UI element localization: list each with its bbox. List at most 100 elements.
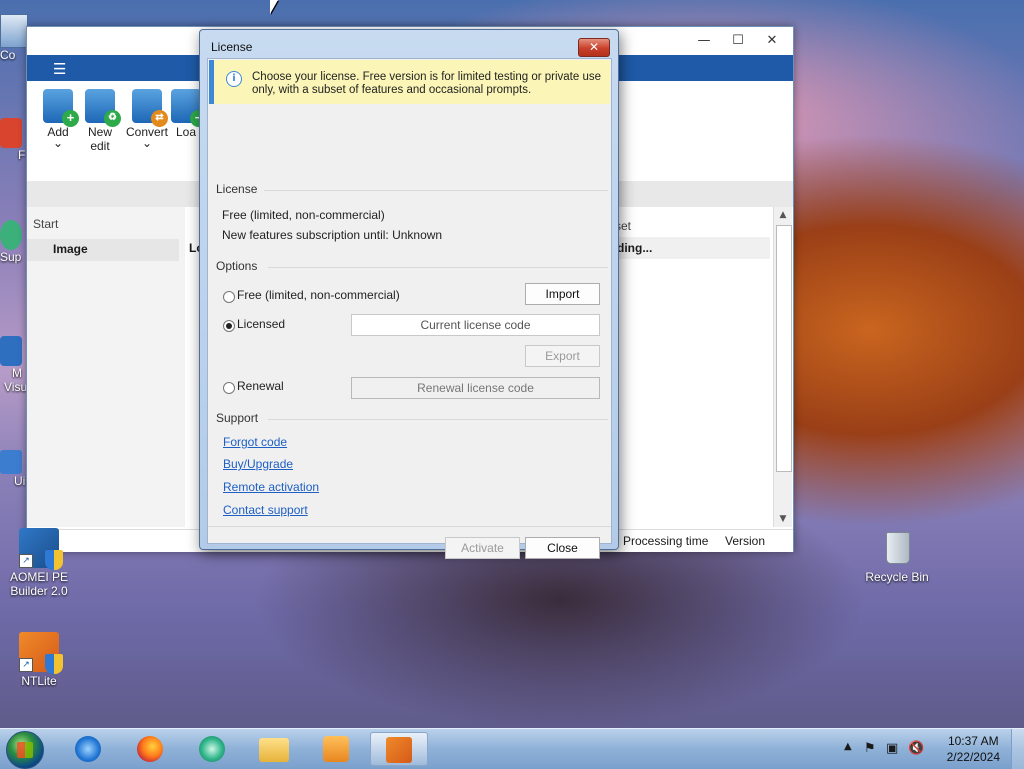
computer-icon — [0, 14, 28, 48]
desktop-icon-partial[interactable]: M Visu — [0, 336, 28, 394]
ntlite-icon — [386, 737, 412, 763]
vertical-scrollbar[interactable]: ▲ ▼ — [773, 207, 792, 527]
convert-icon: ⇄ — [132, 89, 168, 127]
desktop-icon-label: Recycle Bin — [865, 570, 929, 584]
mouse-cursor-icon — [270, 0, 278, 14]
new-edit-button[interactable]: ♻ New edit — [79, 89, 121, 153]
current-license-code-field[interactable]: Current license code — [351, 314, 600, 336]
radio-licensed[interactable] — [223, 320, 235, 332]
export-button[interactable]: Export — [525, 345, 600, 367]
close-icon: ✕ — [588, 40, 600, 54]
info-icon: i — [226, 71, 242, 87]
version-label: Version — [725, 534, 766, 548]
desktop-icon-label: Sup — [0, 250, 22, 264]
load-button[interactable]: − Loa — [171, 89, 201, 139]
minimize-button[interactable]: — — [689, 31, 719, 51]
app-icon — [0, 336, 22, 366]
flag-icon[interactable]: ⚑ — [864, 741, 876, 756]
desktop-icon-label: Visu — [4, 380, 28, 394]
add-button[interactable]: + Add ⌄ — [37, 89, 79, 150]
desktop-icon-label: AOMEI PE Builder 2.0 — [9, 570, 68, 598]
processing-time-label: Processing time — [623, 534, 709, 548]
taskbar-ntlite[interactable] — [370, 732, 428, 766]
maximize-button[interactable]: ☐ — [723, 31, 753, 51]
new-edit-label: New edit — [87, 125, 112, 153]
clock-date: 2/22/2024 — [946, 750, 1000, 764]
taskbar-firefox[interactable] — [124, 732, 176, 766]
network-icon[interactable]: ▣ — [886, 741, 898, 756]
ntlite-icon: ↗ — [19, 632, 63, 674]
radio-renewal[interactable] — [223, 382, 235, 394]
option-free-label[interactable]: Free (limited, non-commercial) — [237, 288, 400, 302]
start-button[interactable] — [6, 731, 44, 769]
folder-icon — [259, 738, 289, 762]
desktop-icon-ntlite[interactable]: ↗ NTLite — [4, 632, 74, 688]
taskbar-media-player[interactable] — [310, 732, 362, 766]
app-icon — [0, 220, 22, 250]
image-label: Image — [53, 242, 88, 256]
app-icon — [0, 450, 22, 474]
desktop-icon-label: NTLite — [21, 674, 57, 688]
taskbar-file-explorer[interactable] — [248, 732, 300, 766]
load-label: Loa — [175, 125, 197, 139]
options-section-heading: Options — [216, 259, 258, 273]
chevron-down-icon: ⌄ — [141, 136, 153, 150]
option-renewal-label[interactable]: Renewal — [237, 379, 284, 393]
desktop-icon-partial[interactable]: Ui — [0, 450, 28, 488]
convert-button[interactable]: ⇄ Convert ⌄ — [123, 89, 171, 150]
clock-time: 10:37 AM — [947, 734, 999, 748]
scroll-up-icon[interactable]: ▲ — [774, 207, 792, 223]
windows-logo-icon — [17, 742, 33, 758]
contact-support-link[interactable]: Contact support — [223, 503, 308, 517]
hamburger-menu-icon[interactable]: ☰ — [53, 60, 66, 78]
taskbar: ▲ ⚑ ▣ 🔇 10:37 AM 2/22/2024 — [0, 728, 1024, 769]
desktop-icon-partial[interactable]: Sup — [0, 220, 28, 264]
loading-status: ding... — [617, 241, 653, 255]
close-button[interactable]: Close — [525, 537, 600, 559]
remote-activation-link[interactable]: Remote activation — [223, 480, 319, 494]
new-edit-icon: ♻ — [85, 89, 121, 127]
desktop-icon-partial[interactable]: F — [0, 118, 28, 162]
aomei-icon: ↗ — [19, 528, 63, 570]
import-button[interactable]: Import — [525, 283, 600, 305]
desktop-icon-recycle-bin[interactable]: Recycle Bin — [862, 528, 932, 584]
media-player-icon — [323, 736, 349, 762]
license-section-heading: License — [216, 182, 258, 196]
chevron-down-icon: ⌄ — [52, 136, 64, 150]
desktop-icon-label: Ui — [14, 474, 26, 488]
forgot-code-link[interactable]: Forgot code — [223, 435, 287, 449]
dialog-close-x-button[interactable]: ✕ — [578, 38, 610, 57]
show-desktop-button[interactable] — [1011, 729, 1024, 769]
app-icon — [0, 118, 22, 148]
radio-free[interactable] — [223, 291, 235, 303]
taskbar-messenger[interactable] — [186, 732, 238, 766]
shield-icon — [45, 654, 63, 674]
volume-muted-icon[interactable]: 🔇 — [908, 741, 924, 756]
footer-divider — [208, 526, 611, 527]
dialog-title: License — [211, 40, 253, 54]
scroll-down-icon[interactable]: ▼ — [774, 511, 792, 527]
activate-button[interactable]: Activate — [445, 537, 520, 559]
shortcut-arrow-icon: ↗ — [19, 554, 33, 568]
close-window-button[interactable]: ✕ — [757, 31, 787, 51]
license-type-value: Free (limited, non-commercial) — [222, 208, 385, 222]
system-tray: ▲ ⚑ ▣ 🔇 10:37 AM 2/22/2024 — [834, 729, 1024, 769]
image-list-item[interactable]: Image — [27, 239, 179, 261]
divider — [268, 419, 608, 420]
option-licensed-label[interactable]: Licensed — [237, 317, 285, 331]
desktop-icon-computer[interactable]: Co — [0, 14, 28, 62]
shortcut-arrow-icon: ↗ — [19, 658, 33, 672]
clock[interactable]: 10:37 AM 2/22/2024 — [947, 733, 1000, 765]
show-hidden-icons-icon[interactable]: ▲ — [844, 741, 852, 752]
buy-upgrade-link[interactable]: Buy/Upgrade — [223, 457, 293, 471]
start-label: Start — [33, 217, 59, 231]
license-dialog: License ✕ i Choose your license. Free ve… — [199, 29, 619, 559]
scroll-thumb[interactable] — [776, 225, 792, 472]
subscription-value: New features subscription until: Unknown — [222, 228, 443, 242]
internet-explorer-icon — [75, 736, 101, 762]
taskbar-internet-explorer[interactable] — [62, 732, 114, 766]
divider — [268, 267, 608, 268]
renewal-license-code-field[interactable]: Renewal license code — [351, 377, 600, 399]
desktop-icon-aomei[interactable]: ↗ AOMEI PE Builder 2.0 — [4, 528, 74, 598]
chat-icon — [199, 736, 225, 762]
